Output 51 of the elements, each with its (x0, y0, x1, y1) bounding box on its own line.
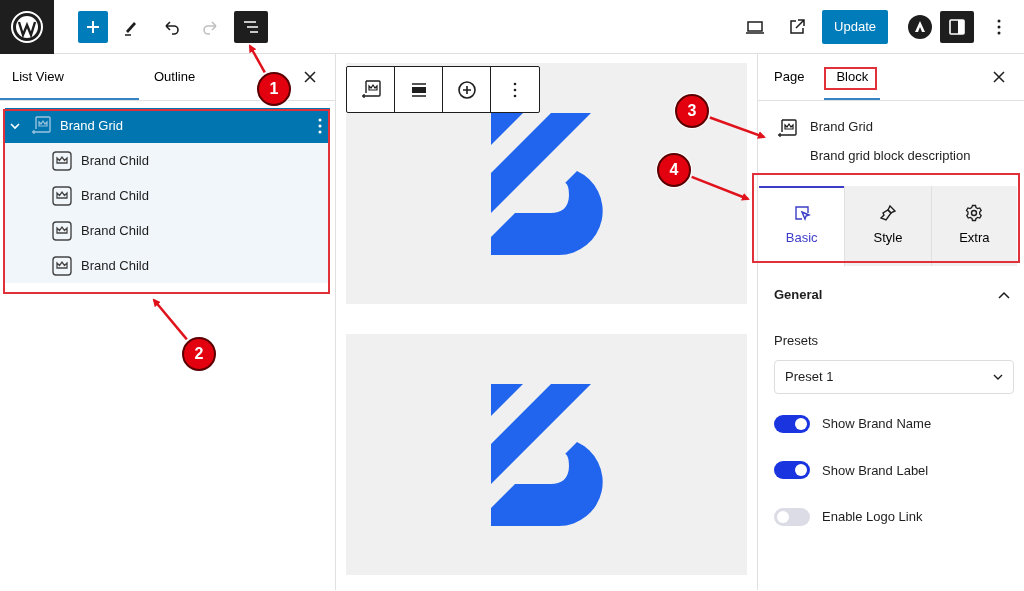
block-child-icon (51, 184, 73, 207)
sidebar-tab[interactable]: Page (762, 54, 817, 100)
tree-item[interactable]: Brand Child (5, 143, 330, 178)
toggle-switch[interactable] (774, 414, 810, 433)
callout-arrow (248, 44, 266, 73)
plugin-logo-icon[interactable] (908, 14, 932, 39)
toggle-switch[interactable] (774, 507, 810, 526)
step-number-badge: 1 (257, 72, 291, 106)
collapse-chevron-icon[interactable] (998, 290, 1010, 299)
toggle-label: Show Brand Name (822, 415, 932, 433)
toggle-label: Show Brand Label (822, 461, 929, 480)
settings-tab[interactable]: Extra (930, 186, 1017, 266)
tree-item[interactable]: Brand Child (5, 248, 330, 283)
presets-select[interactable]: Preset 1 (774, 360, 1014, 394)
expand-chevron-icon[interactable] (10, 121, 20, 130)
block-child-icon (51, 149, 73, 172)
sidebar-tab[interactable]: Block (824, 54, 881, 100)
section-title: General (774, 286, 823, 304)
step-number-badge: 2 (182, 337, 216, 371)
sidebar-icon (948, 17, 966, 36)
field-label: Presets (773, 331, 820, 350)
tree-item[interactable]: Brand Child (5, 213, 330, 248)
wordpress-logo[interactable] (0, 0, 54, 54)
block-description: Brand grid block description (810, 146, 971, 165)
brush-icon (879, 204, 897, 223)
list-view-button[interactable] (234, 10, 268, 43)
more-options-icon[interactable] (318, 117, 322, 134)
toggle-switch[interactable] (774, 461, 810, 480)
gear-icon (965, 204, 984, 223)
toggle-label: Enable Logo Link (822, 508, 923, 526)
callout-arrow (152, 298, 188, 341)
cursor-icon (792, 204, 811, 223)
tree-item[interactable]: Brand Child (5, 178, 330, 213)
block-grid-icon (30, 114, 52, 137)
add-block-button[interactable] (78, 10, 108, 43)
chevron-down-icon (993, 374, 1003, 380)
block-child-icon (51, 219, 73, 242)
callout-arrow (709, 116, 766, 139)
callout-arrow (691, 175, 750, 201)
block-child-icon (51, 254, 73, 277)
list-view-icon (241, 18, 261, 35)
settings-sidebar-button[interactable] (940, 10, 974, 43)
panel-tab[interactable]: List View (0, 54, 139, 100)
block-title: Brand Grid (810, 118, 874, 136)
panel-tab[interactable]: Outline (139, 54, 208, 100)
settings-tab[interactable]: Style (844, 186, 931, 266)
plus-icon (85, 18, 101, 35)
update-button[interactable]: Update (822, 9, 888, 44)
tree-item[interactable]: Brand Grid (5, 108, 330, 143)
highlight-frame (824, 67, 877, 90)
block-grid-icon (776, 118, 798, 140)
